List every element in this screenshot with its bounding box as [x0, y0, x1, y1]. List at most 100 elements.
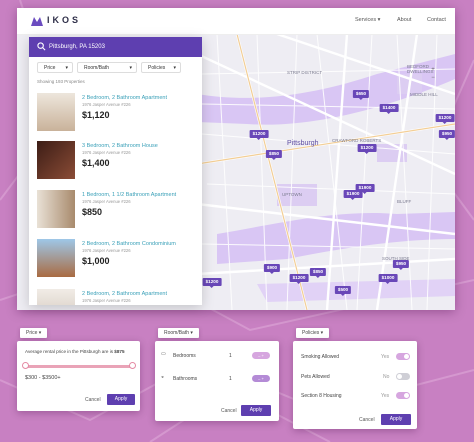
- cancel-button[interactable]: Cancel: [359, 417, 375, 423]
- smoking-toggle[interactable]: [396, 353, 410, 360]
- bathrooms-label: Bathrooms: [173, 376, 198, 382]
- brand-name: IKOS: [47, 15, 82, 25]
- listing-address: 1976 Jasper Avenue #226: [82, 298, 131, 303]
- filter-policies-button[interactable]: Policies ▾: [141, 62, 181, 73]
- listing-title[interactable]: 2 Bedroom, 2 Bathroom Condominium: [82, 241, 176, 247]
- map-price-pin[interactable]: $1200: [357, 144, 377, 154]
- bath-icon: ◒: [161, 374, 165, 380]
- policy-value: No: [383, 374, 390, 380]
- map-label-middle-hill: MIDDLE HILL: [410, 92, 438, 97]
- map-price-pin[interactable]: $900: [263, 264, 281, 274]
- bedrooms-value: 1: [229, 353, 232, 359]
- filter-room-bath-button[interactable]: Room/Bath ▾: [77, 62, 137, 73]
- listing-title[interactable]: 2 Bedroom, 2 Bathroom Apartment: [82, 291, 167, 297]
- section8-toggle[interactable]: [396, 392, 410, 399]
- map-price-pin[interactable]: $850: [265, 150, 283, 160]
- search-icon: [37, 42, 46, 51]
- price-slider-fill: [25, 365, 133, 368]
- map-city-label: Pittsburgh: [287, 140, 319, 147]
- price-slider-max-handle[interactable]: [129, 362, 136, 369]
- chevron-down-icon: ▾: [173, 65, 176, 71]
- listing-card[interactable]: 1 Bedroom, 1 1/2 Bathroom Apartment 1976…: [37, 190, 197, 240]
- map-price-pin[interactable]: $850: [309, 268, 327, 278]
- listing-card[interactable]: 2 Bedroom, 2 Bathroom Apartment 1976 Jas…: [37, 93, 197, 143]
- filter-label: Policies: [148, 65, 166, 71]
- chevron-down-icon: ▾: [65, 65, 68, 71]
- listing-title[interactable]: 1 Bedroom, 1 1/2 Bathroom Apartment: [82, 192, 176, 198]
- policy-value: Yes: [381, 354, 390, 360]
- bathrooms-stepper[interactable]: – +: [252, 375, 270, 382]
- map-price-pin[interactable]: $1400: [379, 104, 399, 114]
- listing-card[interactable]: 2 Bedroom, 2 Bathroom Apartment 1976 Jas…: [37, 289, 197, 305]
- filter-label: Room/Bath: [84, 65, 110, 71]
- listing-card[interactable]: 2 Bedroom, 2 Bathroom Condominium 1976 J…: [37, 239, 197, 289]
- listing-title[interactable]: 3 Bedroom, 2 Bathroom House: [82, 143, 158, 149]
- results-count: Showing 193 Properties: [37, 79, 85, 84]
- listing-address: 1976 Jasper Avenue #226: [82, 248, 131, 253]
- listing-price: $850: [82, 207, 103, 217]
- listing-card[interactable]: 3 Bedroom, 2 Bathroom House 1976 Jasper …: [37, 141, 197, 191]
- map-price-pin[interactable]: $650: [352, 90, 370, 100]
- bed-icon: ▭: [161, 351, 166, 357]
- price-slider-track[interactable]: [22, 362, 136, 369]
- apply-button[interactable]: Apply: [241, 405, 271, 416]
- bedrooms-stepper[interactable]: – +: [252, 352, 270, 359]
- listing-title[interactable]: 2 Bedroom, 2 Bathroom Apartment: [82, 95, 167, 101]
- listing-photo: [37, 239, 75, 277]
- bedrooms-label: Bedrooms: [173, 353, 196, 359]
- map-label-strip-district: STRIP DISTRICT: [287, 70, 323, 75]
- apply-button[interactable]: Apply: [381, 414, 411, 425]
- filter-price-button[interactable]: Price ▾: [37, 62, 73, 73]
- price-hint-text: Average rental price in the Pittsburgh a…: [25, 349, 115, 354]
- policy-value: Yes: [381, 393, 390, 399]
- map-price-pin[interactable]: $1000: [378, 274, 398, 284]
- listing-address: 1976 Jasper Avenue #226: [82, 199, 131, 204]
- filter-label: Price: [44, 65, 56, 71]
- room-bath-filter-tag[interactable]: Room/Bath ▾: [158, 328, 199, 338]
- price-filter-tag[interactable]: Price ▾: [20, 328, 48, 338]
- average-price: $875: [114, 349, 125, 354]
- map-price-pin[interactable]: $950: [438, 130, 455, 140]
- listing-photo: [37, 141, 75, 179]
- cancel-button[interactable]: Cancel: [221, 408, 237, 414]
- map-price-pin[interactable]: $1200: [289, 274, 309, 284]
- room-bath-filter-card: ▭ Bedrooms 1 – + ◒ Bathrooms 1 – + Cance…: [155, 341, 279, 421]
- logo-icon: [31, 17, 43, 26]
- listing-price: $1,400: [82, 158, 110, 168]
- map-price-pin[interactable]: $1900: [343, 190, 363, 200]
- listing-photo: [37, 190, 75, 228]
- search-input[interactable]: Pittsburgh, PA 15203: [49, 44, 105, 50]
- map-label-uptown: UPTOWN: [282, 192, 302, 197]
- listing-price: $1,120: [82, 110, 110, 120]
- price-hint: Average rental price in the Pittsburgh a…: [25, 349, 125, 354]
- price-range-value: $300 - $3500+: [25, 375, 61, 381]
- price-slider-min-handle[interactable]: [22, 362, 29, 369]
- nav-services[interactable]: Services ▾: [355, 17, 380, 23]
- zoom-control[interactable]: + −: [427, 66, 439, 82]
- nav-contact[interactable]: Contact: [427, 17, 446, 23]
- policies-filter-card: Smoking Allowed Yes Pets Allowed No Sect…: [293, 341, 417, 429]
- map-label-bluff: BLUFF: [397, 199, 412, 204]
- price-filter-card: Average rental price in the Pittsburgh a…: [17, 341, 140, 411]
- map-price-pin[interactable]: $1200: [435, 114, 455, 124]
- map-label-crawford: CRAWFORD ROBERTS: [332, 138, 382, 143]
- chevron-down-icon: ▾: [129, 65, 132, 71]
- pets-toggle[interactable]: [396, 373, 410, 380]
- listing-price: $1,000: [82, 256, 110, 266]
- policy-label: Pets Allowed: [301, 374, 330, 380]
- map-price-pin[interactable]: $1200: [202, 278, 222, 288]
- nav-about[interactable]: About: [397, 17, 411, 23]
- listing-address: 1976 Jasper Avenue #226: [82, 102, 131, 107]
- map-price-pin[interactable]: $950: [392, 260, 410, 270]
- map-price-pin[interactable]: $500: [334, 286, 352, 296]
- bathrooms-value: 1: [229, 376, 232, 382]
- search-bar[interactable]: Pittsburgh, PA 15203: [29, 37, 202, 57]
- map-price-pin[interactable]: $1200: [249, 130, 269, 140]
- cancel-button[interactable]: Cancel: [85, 397, 101, 403]
- apply-button[interactable]: Apply: [107, 394, 135, 405]
- listing-photo: [37, 289, 75, 305]
- listing-photo: [37, 93, 75, 131]
- policies-filter-tag[interactable]: Policies ▾: [296, 328, 330, 338]
- listing-panel: Pittsburgh, PA 15203 Price ▾ Room/Bath ▾…: [29, 37, 202, 305]
- policy-label: Section 8 Housing: [301, 393, 342, 399]
